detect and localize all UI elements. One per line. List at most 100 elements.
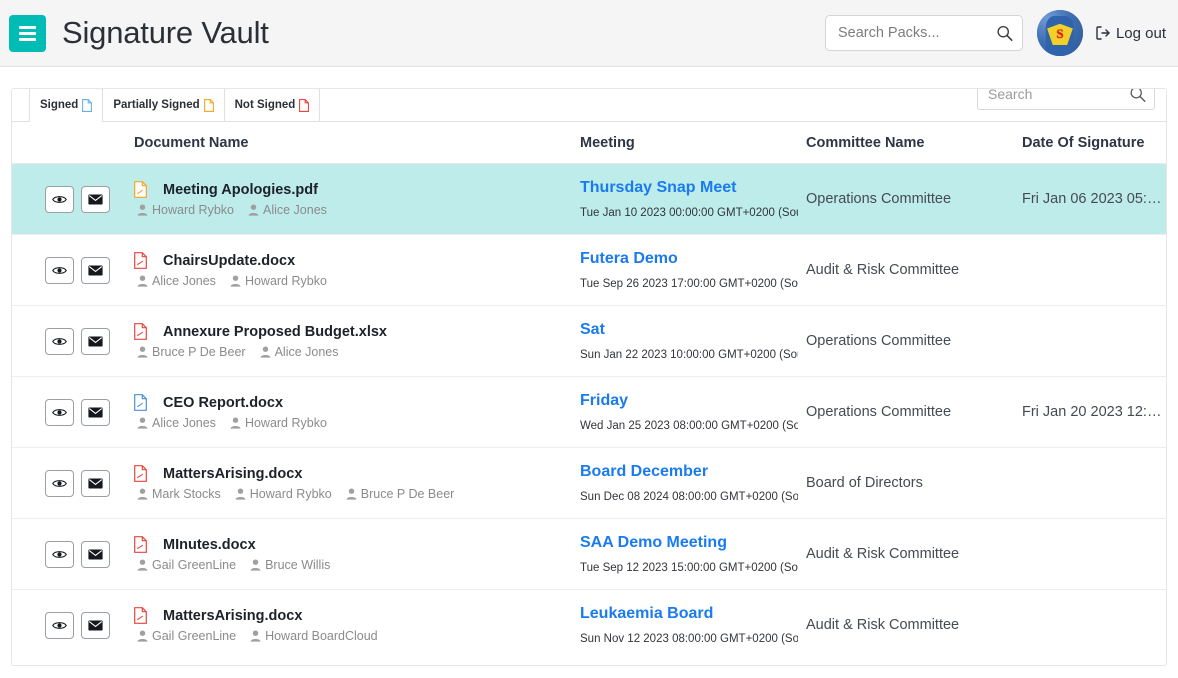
status-tabs: Signed Partially Signed Not Signed bbox=[12, 89, 1166, 122]
menu-toggle-button[interactable] bbox=[9, 14, 46, 52]
tab-signed-label: Signed bbox=[40, 99, 79, 111]
user-icon bbox=[137, 559, 148, 571]
column-header-committee-name[interactable]: Committee Name bbox=[806, 122, 1022, 164]
meeting-cell: Friday Wed Jan 25 2023 08:00:00 GMT+0200 … bbox=[580, 376, 806, 448]
logout-label: Log out bbox=[1115, 24, 1166, 42]
signer: Alice Jones bbox=[248, 203, 327, 217]
document-icon bbox=[82, 98, 93, 112]
meeting-link[interactable]: Friday bbox=[580, 392, 806, 410]
envelope-icon bbox=[88, 407, 103, 417]
row-action-group bbox=[12, 611, 134, 639]
avatar-letter: S bbox=[1056, 25, 1064, 41]
table-row[interactable]: Annexure Proposed Budget.xlsx Bruce P De … bbox=[12, 305, 1166, 377]
file-icon bbox=[134, 181, 147, 198]
table-row[interactable]: MInutes.docx Gail GreenLine Bruce Willis SA… bbox=[12, 518, 1166, 590]
user-icon bbox=[230, 275, 241, 287]
signer: Alice Jones bbox=[137, 274, 216, 288]
signer: Howard Rybko bbox=[235, 487, 332, 501]
signer: Gail GreenLine bbox=[137, 558, 236, 572]
user-icon bbox=[250, 559, 261, 571]
document-icon bbox=[203, 98, 214, 112]
document-cell: Annexure Proposed Budget.xlsx Bruce P De … bbox=[134, 305, 580, 377]
tab-signed[interactable]: Signed bbox=[29, 89, 104, 122]
table-row[interactable]: CEO Report.docx Alice Jones Howard Rybko Fr… bbox=[12, 376, 1166, 448]
meeting-date: Tue Sep 12 2023 15:00:00 GMT+0200 (Sou bbox=[580, 562, 798, 574]
table-search[interactable] bbox=[977, 89, 1155, 110]
view-button[interactable] bbox=[45, 540, 74, 568]
column-header-meeting[interactable]: Meeting bbox=[580, 122, 806, 164]
view-button[interactable] bbox=[45, 327, 74, 355]
committee-name: Audit & Risk Committee bbox=[806, 518, 1022, 590]
meeting-link[interactable]: SAA Demo Meeting bbox=[580, 534, 806, 552]
meeting-link[interactable]: Leukaemia Board bbox=[580, 605, 806, 623]
meeting-cell: Futera Demo Tue Sep 26 2023 17:00:00 GMT+… bbox=[580, 234, 806, 306]
document-name[interactable]: MattersArising.docx bbox=[163, 608, 302, 624]
committee-name: Operations Committee bbox=[806, 376, 1022, 448]
signer-name: Alice Jones bbox=[152, 416, 216, 430]
row-actions-cell bbox=[12, 305, 134, 377]
signer-name: Bruce P De Beer bbox=[152, 345, 246, 359]
user-icon bbox=[137, 275, 148, 287]
column-header-date-of-signature[interactable]: Date Of Signature bbox=[1022, 122, 1166, 164]
document-name[interactable]: Annexure Proposed Budget.xlsx bbox=[163, 324, 387, 340]
table-header: Document Name Meeting Committee Name Dat… bbox=[12, 122, 1166, 164]
row-action-group bbox=[12, 327, 134, 355]
signer-name: Alice Jones bbox=[152, 274, 216, 288]
meeting-cell: Board December Sun Dec 08 2024 08:00:00 G… bbox=[580, 447, 806, 519]
logout-button[interactable]: Log out bbox=[1095, 25, 1166, 42]
view-button[interactable] bbox=[45, 469, 74, 497]
email-button[interactable] bbox=[81, 256, 110, 284]
email-button[interactable] bbox=[81, 185, 110, 213]
packs-search[interactable] bbox=[824, 15, 1023, 51]
table-search-input[interactable] bbox=[978, 89, 1154, 109]
signer-name: Mark Stocks bbox=[152, 487, 221, 501]
email-button[interactable] bbox=[81, 398, 110, 426]
email-button[interactable] bbox=[81, 327, 110, 355]
table-row[interactable]: ChairsUpdate.docx Alice Jones Howard Rybko… bbox=[12, 234, 1166, 306]
avatar[interactable]: S bbox=[1036, 10, 1083, 56]
date-of-signature bbox=[1022, 305, 1166, 377]
view-button[interactable] bbox=[45, 256, 74, 284]
envelope-icon bbox=[88, 620, 103, 631]
meeting-link[interactable]: Thursday Snap Meet bbox=[580, 179, 806, 197]
signer: Alice Jones bbox=[137, 416, 216, 430]
eye-icon bbox=[52, 195, 67, 203]
meeting-link[interactable]: Sat bbox=[580, 321, 806, 339]
table-row[interactable]: MattersArising.docx Gail GreenLine Howard … bbox=[12, 589, 1166, 661]
document-cell: ChairsUpdate.docx Alice Jones Howard Rybko bbox=[134, 234, 580, 306]
table-row[interactable]: Meeting Apologies.pdf Howard Rybko Alice J… bbox=[12, 163, 1166, 235]
document-name[interactable]: ChairsUpdate.docx bbox=[163, 253, 295, 269]
table-header-row: Document Name Meeting Committee Name Dat… bbox=[12, 122, 1166, 164]
table-row[interactable]: MattersArising.docx Mark Stocks Howard Ryb… bbox=[12, 447, 1166, 519]
hamburger-icon bbox=[19, 25, 36, 29]
view-button[interactable] bbox=[45, 398, 74, 426]
email-button[interactable] bbox=[81, 540, 110, 568]
view-button[interactable] bbox=[45, 611, 74, 639]
envelope-icon bbox=[88, 478, 103, 488]
date-of-signature bbox=[1022, 234, 1166, 306]
packs-search-input[interactable] bbox=[825, 16, 1022, 50]
column-header-document-name[interactable]: Document Name bbox=[134, 122, 580, 164]
row-actions-cell bbox=[12, 376, 134, 448]
email-button[interactable] bbox=[81, 611, 110, 639]
document-name[interactable]: Meeting Apologies.pdf bbox=[163, 182, 318, 198]
signer-name: Bruce Willis bbox=[265, 558, 331, 572]
meeting-link[interactable]: Board December bbox=[580, 463, 806, 481]
meeting-link[interactable]: Futera Demo bbox=[580, 250, 806, 268]
view-button[interactable] bbox=[45, 185, 74, 213]
document-name[interactable]: MInutes.docx bbox=[163, 537, 256, 553]
document-title-row: Annexure Proposed Budget.xlsx bbox=[134, 323, 580, 340]
user-icon bbox=[137, 488, 148, 500]
user-icon bbox=[137, 346, 148, 358]
email-button[interactable] bbox=[81, 469, 110, 497]
tab-not-signed[interactable]: Not Signed bbox=[223, 89, 321, 121]
document-title-row: MInutes.docx bbox=[134, 536, 580, 553]
committee-name: Operations Committee bbox=[806, 305, 1022, 377]
user-icon bbox=[137, 417, 148, 429]
meeting-cell: SAA Demo Meeting Tue Sep 12 2023 15:00:00… bbox=[580, 518, 806, 590]
signer-name: Howard Rybko bbox=[244, 416, 327, 430]
signer-name: Howard Rybko bbox=[152, 203, 234, 217]
document-name[interactable]: CEO Report.docx bbox=[163, 395, 283, 411]
tab-partially-signed[interactable]: Partially Signed bbox=[102, 89, 225, 121]
document-name[interactable]: MattersArising.docx bbox=[163, 466, 302, 482]
